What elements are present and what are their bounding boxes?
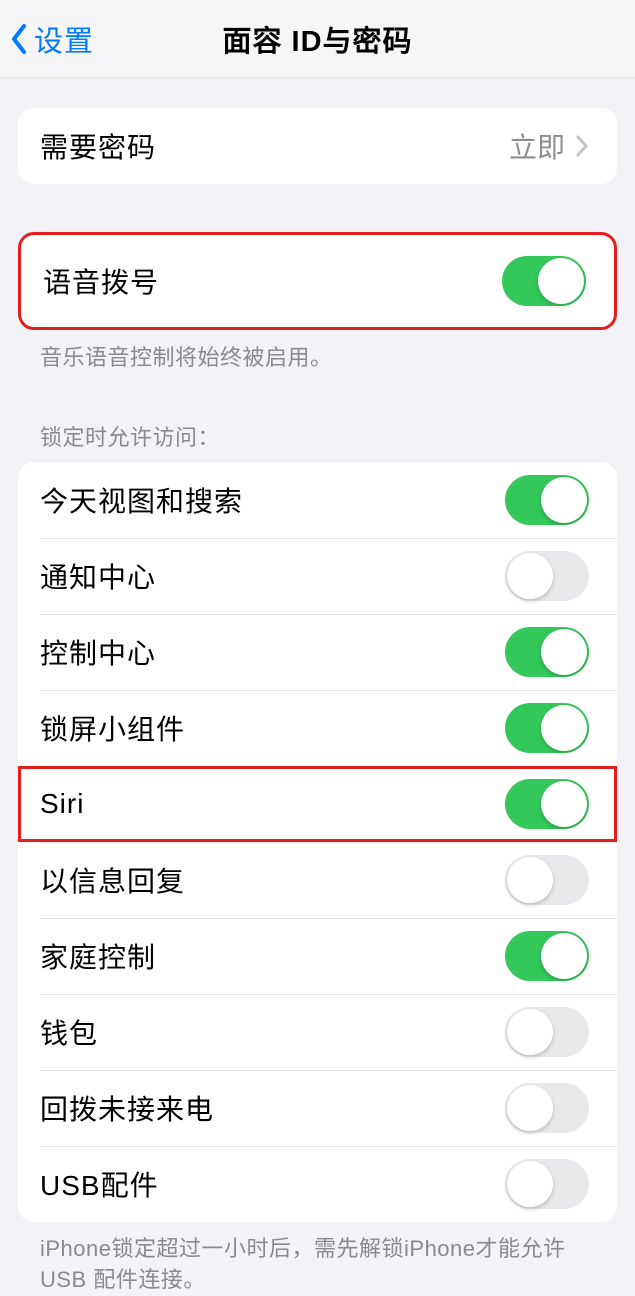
row-locked-access-item: Siri (18, 766, 617, 842)
toggle-locked-access-item[interactable] (505, 931, 589, 981)
row-label: 今天视图和搜索 (40, 480, 505, 520)
row-label: 需要密码 (40, 126, 509, 166)
row-value: 立即 (509, 126, 565, 166)
row-label: 钱包 (40, 1012, 505, 1052)
nav-bar: 设置 面容 ID与密码 (0, 0, 635, 78)
row-locked-access-item: 锁屏小组件 (18, 690, 617, 766)
back-button[interactable]: 设置 (8, 18, 94, 60)
row-locked-access-item: 以信息回复 (18, 842, 617, 918)
row-label: USB配件 (40, 1164, 505, 1204)
toggle-locked-access-item[interactable] (505, 551, 589, 601)
row-require-passcode[interactable]: 需要密码 立即 (18, 108, 617, 184)
row-label: 语音拨号 (43, 261, 502, 301)
locked-access-header: 锁定时允许访问： (18, 420, 617, 462)
row-label: 家庭控制 (40, 936, 505, 976)
row-locked-access-item: USB配件 (18, 1146, 617, 1222)
row-label: 控制中心 (40, 632, 505, 672)
row-locked-access-item: 家庭控制 (18, 918, 617, 994)
group-voice-dial: 语音拨号 (18, 232, 617, 330)
row-label: 通知中心 (40, 556, 505, 596)
back-label: 设置 (34, 18, 94, 60)
row-locked-access-item: 回拨未接来电 (18, 1070, 617, 1146)
page-title: 面容 ID与密码 (222, 18, 412, 60)
chevron-left-icon (8, 21, 30, 57)
toggle-voice-dial[interactable] (502, 256, 586, 306)
row-label: 回拨未接来电 (40, 1088, 505, 1128)
toggle-locked-access-item[interactable] (505, 475, 589, 525)
row-locked-access-item: 今天视图和搜索 (18, 462, 617, 538)
row-voice-dial: 语音拨号 (21, 235, 614, 327)
row-label: Siri (40, 788, 505, 820)
row-locked-access-item: 控制中心 (18, 614, 617, 690)
voice-dial-footer: 音乐语音控制将始终被启用。 (18, 330, 617, 372)
group-require-passcode: 需要密码 立即 (18, 108, 617, 184)
toggle-locked-access-item[interactable] (505, 1007, 589, 1057)
toggle-locked-access-item[interactable] (505, 1159, 589, 1209)
toggle-locked-access-item[interactable] (505, 703, 589, 753)
toggle-locked-access-item[interactable] (505, 627, 589, 677)
row-locked-access-item: 通知中心 (18, 538, 617, 614)
locked-access-footer: iPhone锁定超过一小时后，需先解锁iPhone才能允许USB 配件连接。 (18, 1222, 617, 1296)
row-label: 锁屏小组件 (40, 708, 505, 748)
group-locked-access: 今天视图和搜索通知中心控制中心锁屏小组件 Siri 以信息回复家庭控制钱包回拨未接来… (18, 462, 617, 1222)
row-label: 以信息回复 (40, 860, 505, 900)
toggle-locked-access-item[interactable] (505, 1083, 589, 1133)
toggle-locked-access-item[interactable] (505, 779, 589, 829)
chevron-right-icon (575, 134, 589, 158)
row-locked-access-item: 钱包 (18, 994, 617, 1070)
toggle-locked-access-item[interactable] (505, 855, 589, 905)
